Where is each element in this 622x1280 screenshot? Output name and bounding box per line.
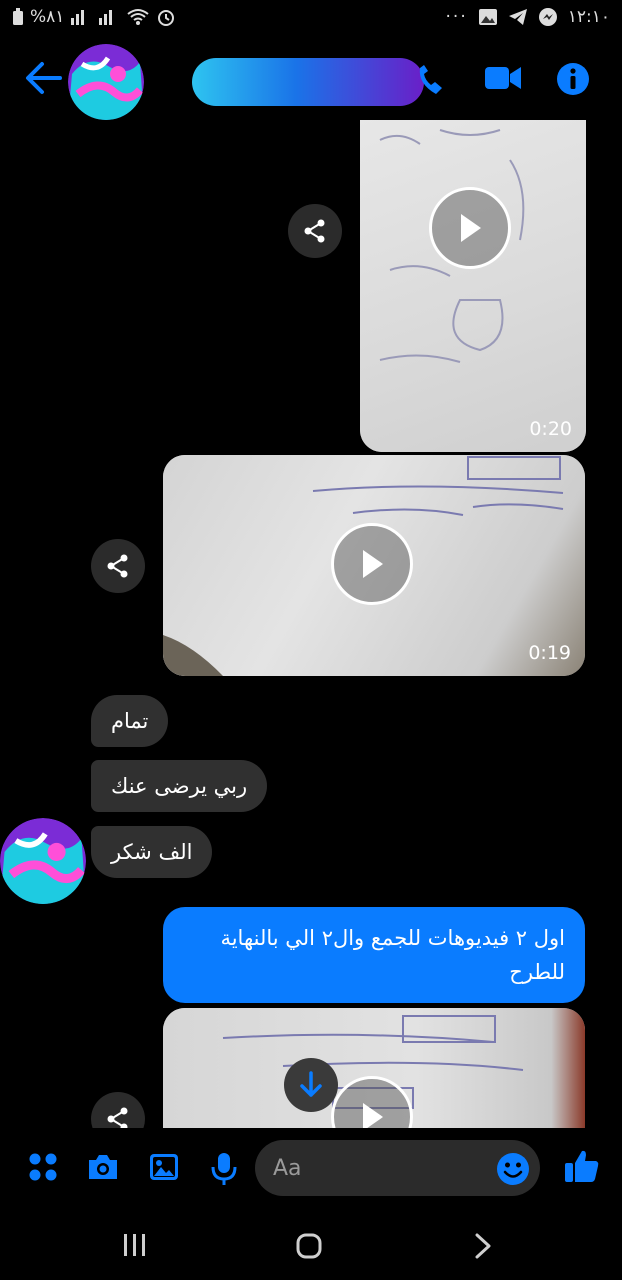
- video-duration: 0:20: [529, 418, 572, 440]
- message-list[interactable]: 0:20 0:19 تمام ربي يرضى عنك الف شكر اول …: [0, 120, 622, 1128]
- arrow-down-icon: [300, 1071, 322, 1097]
- status-bar: %٨١ ··· ١٢:١٠: [0, 0, 622, 36]
- emoji-icon[interactable]: [496, 1152, 530, 1186]
- messenger-notif-icon: [538, 8, 557, 26]
- composer-bar: [0, 1128, 622, 1208]
- back-nav-icon[interactable]: [474, 1233, 492, 1259]
- recent-apps-icon[interactable]: [122, 1234, 148, 1256]
- play-button[interactable]: [429, 187, 511, 269]
- share-icon: [107, 1107, 128, 1128]
- battery-percent: %٨١: [30, 7, 65, 27]
- scroll-to-bottom-button[interactable]: [284, 1058, 338, 1112]
- signal-icon: [71, 10, 85, 25]
- battery-icon: [13, 8, 23, 25]
- video-duration: 0:19: [528, 642, 571, 664]
- phone-icon[interactable]: [416, 64, 446, 98]
- gallery-notif-icon: [478, 9, 497, 25]
- incoming-message[interactable]: تمام: [91, 695, 169, 747]
- mic-icon[interactable]: [210, 1152, 238, 1186]
- video-message[interactable]: 0:20: [360, 120, 586, 452]
- share-icon: [304, 219, 325, 243]
- video-message[interactable]: 0:19: [163, 455, 585, 676]
- camera-icon[interactable]: [86, 1152, 120, 1182]
- contact-name-redacted[interactable]: [192, 58, 424, 106]
- clock: ١٢:١٠: [567, 7, 610, 27]
- sender-avatar[interactable]: [0, 818, 86, 904]
- incoming-message[interactable]: ربي يرضى عنك: [91, 760, 268, 812]
- info-icon[interactable]: [556, 62, 590, 96]
- wifi-icon: [127, 9, 150, 25]
- video-message[interactable]: [163, 1008, 585, 1128]
- signal-icon-2: [99, 10, 113, 25]
- alarm-icon: [158, 10, 175, 26]
- back-arrow-icon[interactable]: [24, 60, 62, 96]
- share-button[interactable]: [91, 1092, 145, 1128]
- handwriting-sketch: [379, 129, 525, 363]
- video-call-icon[interactable]: [484, 64, 522, 92]
- apps-icon[interactable]: [28, 1152, 58, 1182]
- incoming-message[interactable]: الف شكر: [91, 826, 213, 878]
- telegram-icon: [508, 9, 527, 25]
- more-dots: ···: [445, 7, 468, 27]
- avatar[interactable]: [68, 44, 144, 120]
- system-nav-bar: [0, 1208, 622, 1280]
- thumbs-up-icon[interactable]: [564, 1148, 600, 1184]
- gallery-icon[interactable]: [148, 1152, 180, 1182]
- share-button[interactable]: [91, 539, 145, 593]
- share-icon: [107, 554, 128, 578]
- share-button[interactable]: [288, 204, 342, 258]
- outgoing-message[interactable]: اول ٢ فيديوهات للجمع وال٢ الي بالنهاية ل…: [163, 907, 585, 1003]
- chat-header: [0, 40, 622, 120]
- home-icon[interactable]: [296, 1233, 322, 1259]
- play-button[interactable]: [331, 523, 413, 605]
